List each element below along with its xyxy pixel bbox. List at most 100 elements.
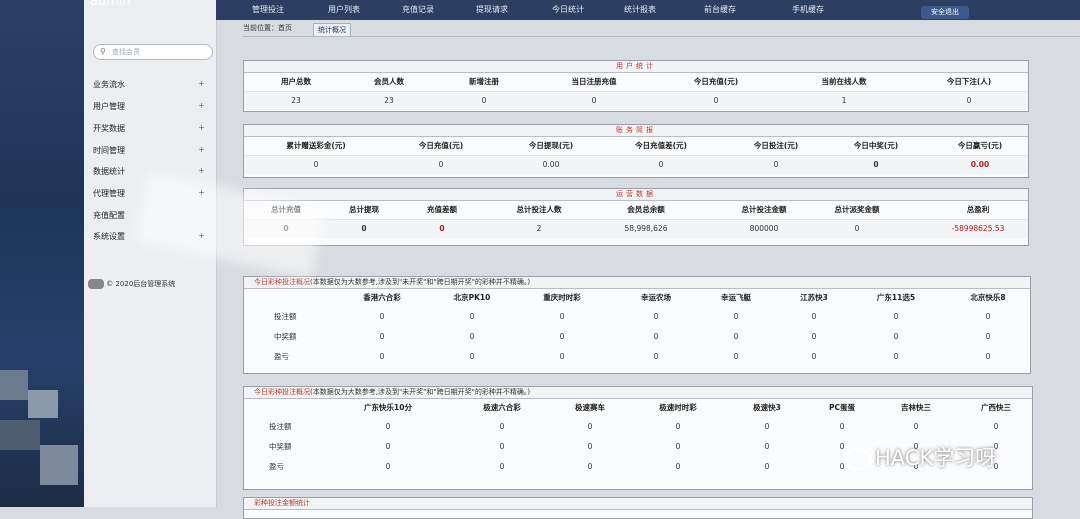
header-row: 广东快乐10分 极速六合彩 极速赛车 极速时时彩 极速快3 PC蛋蛋 吉林快三 广西快三 [244,399,1032,417]
header-cell: 今日投注(元) [753,141,799,150]
header-row: 总计充值总计提现充值差额总计投注人数会员总余额总计投注金额总计派奖金额总盈利 [244,201,1028,219]
nav-item[interactable]: 前台缓存 [704,4,736,15]
pixelated-block [40,445,78,485]
panel-title: 今日彩种投注概况(本数据仅为大数参考,涉及到"未开奖"和"跨日期开奖"的彩种并不… [244,387,1032,399]
nav-item[interactable]: 手机缓存 [792,4,824,15]
table-cell: 0 [893,352,899,361]
expand-icon[interactable]: + [198,101,205,110]
table-cell: 0 [893,312,899,321]
sidebar-item[interactable]: 代理管理 + [93,188,205,199]
nav-item[interactable]: 统计报表 [624,4,656,15]
header-cell: 用户总数 [281,77,311,86]
search-icon: ⚲ [100,47,106,56]
value-cell: 0 [361,224,367,233]
table-cell: 0 [653,352,659,361]
sidebar-item[interactable]: 时间管理 + [93,145,205,156]
value-cell: 0.00 [542,160,560,169]
column-header: 广东快乐10分 [364,403,412,412]
lottery-title: 今日彩种投注概况 [254,388,310,396]
sidebar-item[interactable]: 用户管理 + [93,101,205,112]
value-row: 000258,998,6268000000-58998625.53 [244,219,1028,238]
column-header: 香港六合彩 [363,293,401,302]
header-cell: 今日充值(元) [693,77,739,86]
breadcrumb-prefix: 当前位置： [243,24,278,32]
sidebar-item-label: 用户管理 [93,102,125,111]
logout-button[interactable]: 安全退出 [921,6,969,19]
header-cell: 总计投注人数 [516,205,562,214]
sidebar-item-label: 数据统计 [93,167,125,176]
header-cell: 今日下注(人) [946,77,992,86]
column-header: 北京快乐8 [970,293,1006,302]
table-row: 投注额 0 0 0 0 0 0 0 0 [244,307,1030,327]
bottom-panel-title: 彩种投注金额统计 [244,498,1032,510]
column-header: 极速赛车 [575,403,605,412]
row-label: 投注额 [274,312,297,321]
column-header: 吉林快三 [901,403,931,412]
value-cell: 0 [481,96,487,105]
table-cell: 0 [587,462,593,471]
table-cell: 0 [764,442,770,451]
expand-icon[interactable]: + [198,166,205,175]
expand-icon[interactable]: + [198,145,205,154]
sidebar-item[interactable]: 开奖数据 + [93,123,205,134]
nav-item[interactable]: 今日统计 [552,4,584,15]
table-cell: 0 [811,312,817,321]
pixelated-block [0,420,40,450]
row-label: 投注额 [269,422,292,431]
value-row: 0 0 0.00 0 0 0 0.00 [244,155,1028,174]
breadcrumb-home[interactable]: 首页 [278,24,292,32]
column-header: 幸运农场 [641,293,671,302]
expand-icon[interactable]: + [198,79,205,88]
header-cell: 总计派奖金额 [834,205,880,214]
sidebar-item[interactable]: 系统设置 + [93,231,205,242]
table-cell: 0 [385,422,391,431]
table-cell: 0 [811,332,817,341]
row-label: 中奖额 [274,332,297,341]
value-cell: 0 [439,224,445,233]
search-input[interactable]: ⚲ 查找会员 [93,44,213,60]
nav-item[interactable]: 用户列表 [328,4,360,15]
header-cell: 会员总余额 [627,205,665,214]
lottery-note: (本数据仅为大数参考,涉及到"未开奖"和"跨日期开奖"的彩种并不精确。) [310,278,531,286]
sidebar-item[interactable]: 充值配置 [93,210,205,221]
tab-current[interactable]: 统计概况 [313,23,351,37]
table-cell: 0 [385,442,391,451]
value-cell: 800000 [749,224,779,233]
table-cell: 0 [653,312,659,321]
table-cell: 0 [985,352,991,361]
table-cell: 0 [764,462,770,471]
table-cell: 0 [675,422,681,431]
value-cell: 23 [291,96,301,105]
avatar [88,279,104,289]
table-cell: 0 [764,422,770,431]
table-row: 盈亏 0 0 0 0 0 0 0 0 [244,347,1030,367]
sidebar-item[interactable]: 数据统计 + [93,166,205,177]
header-cell: 总计提现 [349,205,379,214]
value-cell: 23 [384,96,394,105]
table-cell: 0 [499,462,505,471]
value-cell: 0.00 [970,160,990,169]
expand-icon[interactable]: + [198,188,205,197]
table-cell: 0 [379,352,385,361]
sidebar-item[interactable]: 业务流水 + [93,79,205,90]
expand-icon[interactable]: + [198,123,205,132]
table-cell: 0 [733,352,739,361]
panel-title: 账务简报 [244,125,1028,137]
table-cell: 0 [379,312,385,321]
nav-item[interactable]: 充值记录 [402,4,434,15]
bottom-panel: 彩种投注金额统计 [243,497,1033,519]
table-cell: 0 [379,332,385,341]
table-cell: 0 [385,462,391,471]
panel-title: 用户统计 [244,61,1028,73]
search-placeholder: 查找会员 [112,48,140,56]
pixelated-block [0,370,28,400]
table-cell: 0 [985,332,991,341]
value-cell: 0 [438,160,444,169]
nav-item[interactable]: 管理投注 [252,4,284,15]
wechat-icon [845,448,871,470]
nav-item[interactable]: 提现请求 [476,4,508,15]
expand-icon[interactable]: + [198,231,205,240]
column-header: 江苏快3 [800,293,828,302]
watermark-text: HACK学习呀 [875,446,997,470]
value-cell: 0 [591,96,597,105]
